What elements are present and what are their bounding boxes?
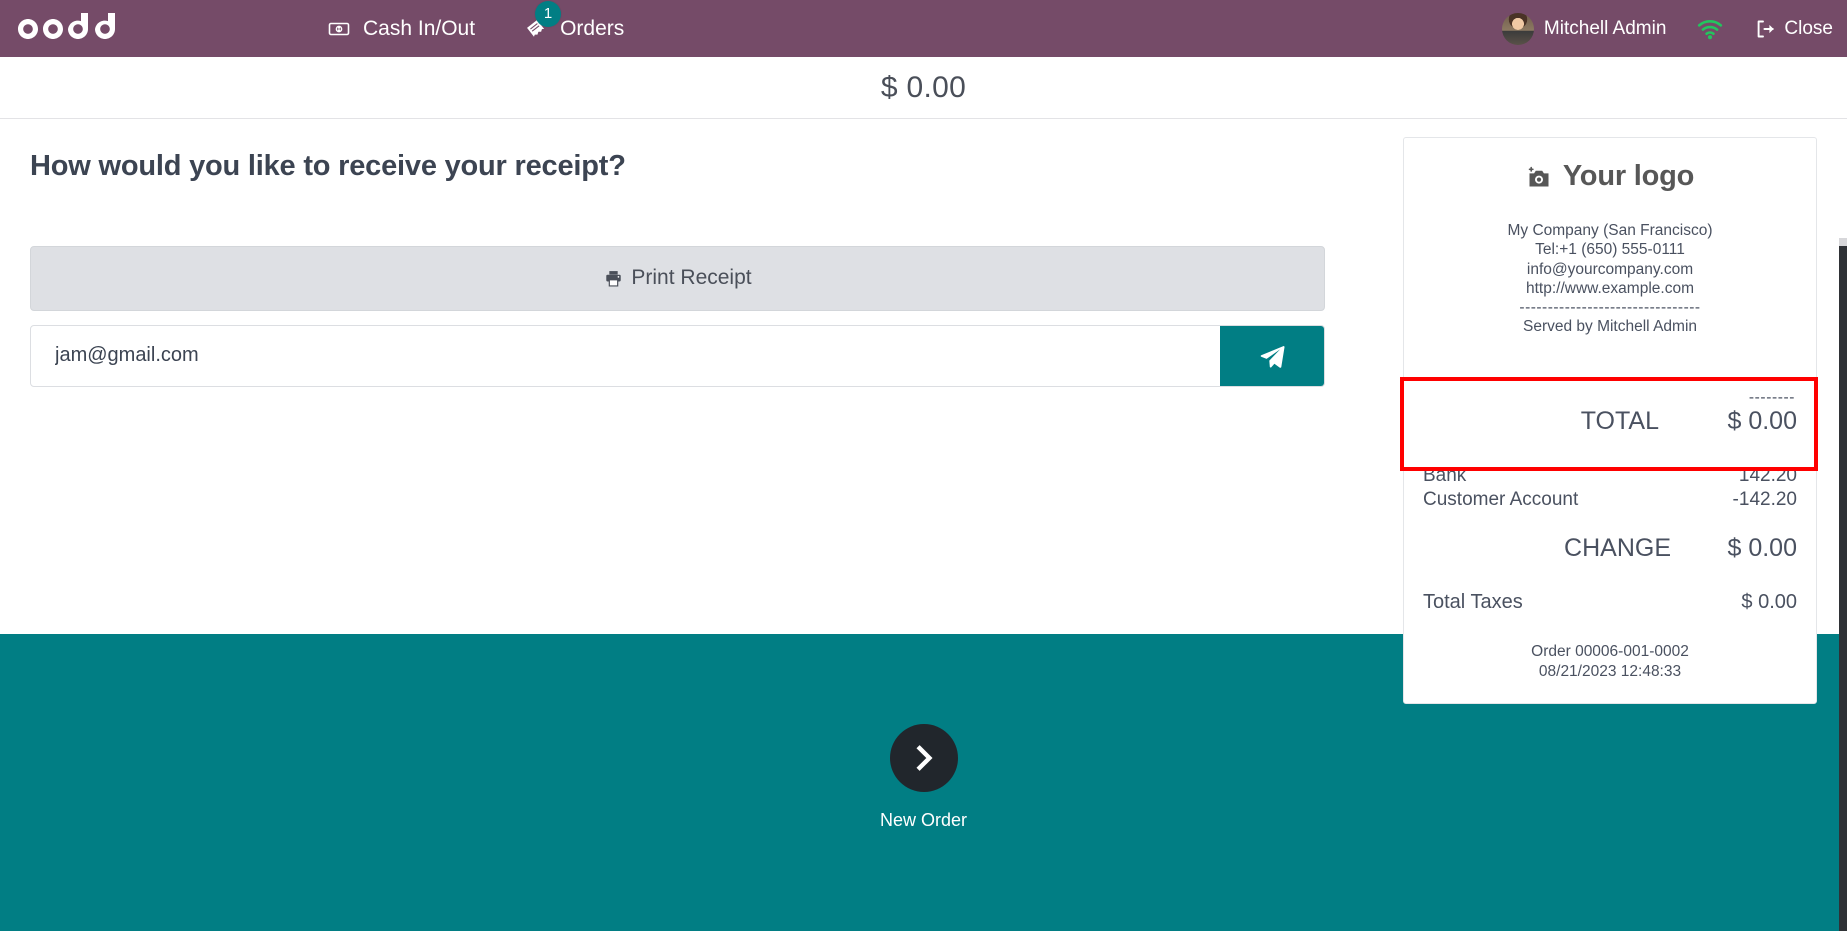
page-scrollbar-thumb[interactable] (1839, 238, 1847, 246)
receipt-options-pane: How would you like to receive your recei… (0, 119, 1403, 387)
page-scrollbar[interactable] (1839, 238, 1847, 931)
new-order-button[interactable]: New Order (880, 724, 967, 831)
payment-label: Customer Account (1423, 489, 1579, 511)
orders-button[interactable]: 1 Orders (521, 0, 626, 46)
receipt-taxes-label: Total Taxes (1423, 591, 1523, 614)
navbar-right: Mitchell Admin Close (1501, 0, 1833, 57)
close-label: Close (1784, 17, 1833, 39)
receipt-order-number: Order 00006-001-0002 (1531, 643, 1689, 661)
page-title: How would you like to receive your recei… (30, 150, 626, 182)
wifi-icon[interactable] (1696, 18, 1724, 40)
top-navbar: Cash In/Out 1 Orders Mitchell Admin Clos… (0, 0, 1847, 57)
receipt-change-label: CHANGE (1564, 534, 1671, 563)
new-order-label: New Order (879, 810, 968, 830)
user-name: Mitchell Admin (1543, 17, 1667, 39)
paper-plane-icon (1256, 340, 1288, 372)
receipt-logo: Your logo (1423, 160, 1797, 193)
receipt-order-meta: Order 00006-001-0002 08/21/2023 12:48:33 (1423, 642, 1797, 681)
receipt-served-by: Served by Mitchell Admin (1522, 317, 1698, 335)
receipt-divider: -------------------------------- (1519, 298, 1701, 316)
email-receipt-row (30, 324, 1325, 387)
receipt-order-datetime: 08/21/2023 12:48:33 (1538, 662, 1682, 680)
navbar-menu: Cash In/Out 1 Orders (324, 0, 626, 46)
orders-label: Orders (560, 17, 625, 40)
receipt-change-value: $ 0.00 (1727, 534, 1797, 563)
print-receipt-button[interactable]: Print Receipt (30, 245, 1325, 311)
camera-icon (1526, 165, 1552, 189)
receipt-taxes-value: $ 0.00 (1741, 591, 1797, 614)
receipt-taxes-row: Total Taxes $ 0.00 (1423, 591, 1797, 614)
pos-receipt-screen: Cash In/Out 1 Orders Mitchell Admin Clos… (0, 0, 1847, 931)
receipt-total-dashes: -------- (1748, 388, 1795, 406)
receipt-spacer (1423, 336, 1797, 390)
receipt-logo-text: Your logo (1562, 160, 1695, 192)
cash-in-out-button[interactable]: Cash In/Out (324, 12, 477, 46)
user-menu[interactable]: Mitchell Admin (1501, 12, 1667, 45)
cash-in-out-label: Cash In/Out (363, 17, 476, 40)
printer-icon (603, 268, 623, 288)
payment-label: Bank (1423, 464, 1467, 486)
payment-value: -142.20 (1732, 489, 1797, 511)
avatar (1501, 12, 1534, 45)
receipt-total-value: $ 0.00 (1727, 407, 1797, 436)
orders-count-badge: 1 (535, 0, 562, 27)
receipt-preview: Your logo My Company (San Francisco) Tel… (1400, 137, 1818, 705)
company-name: My Company (San Francisco) (1507, 222, 1713, 239)
receipt-payments: Bank 142.20 Customer Account -142.20 (1423, 464, 1797, 513)
receipt-company-info: My Company (San Francisco) Tel:+1 (650) … (1423, 221, 1797, 299)
receipt-body: How would you like to receive your recei… (0, 119, 1847, 931)
receipt-total-row: TOTAL $ 0.00 (1423, 406, 1797, 437)
receipt-change-row: CHANGE $ 0.00 (1423, 533, 1797, 564)
logout-icon (1754, 18, 1776, 40)
company-website: http://www.example.com (1526, 280, 1694, 298)
send-email-button[interactable] (1220, 325, 1324, 386)
payment-line: Customer Account -142.20 (1423, 488, 1797, 513)
odoo-logo[interactable] (12, 9, 124, 49)
payment-value: 142.20 (1738, 464, 1797, 486)
close-button[interactable]: Close (1754, 18, 1833, 40)
chevron-right-icon (889, 724, 958, 792)
email-input[interactable] (31, 325, 1220, 386)
order-total-bar: $ 0.00 (0, 57, 1847, 119)
company-phone: Tel:+1 (650) 555-0111 (1535, 241, 1685, 259)
order-total-amount: $ 0.00 (880, 70, 967, 104)
company-email: info@yourcompany.com (1526, 260, 1694, 278)
receipt-total-label: TOTAL (1580, 407, 1659, 436)
banknote-icon (326, 16, 352, 42)
payment-line: Bank 142.20 (1423, 464, 1797, 489)
receipt-preview-wrap: Your logo My Company (San Francisco) Tel… (1400, 119, 1847, 705)
print-receipt-label: Print Receipt (631, 266, 752, 290)
